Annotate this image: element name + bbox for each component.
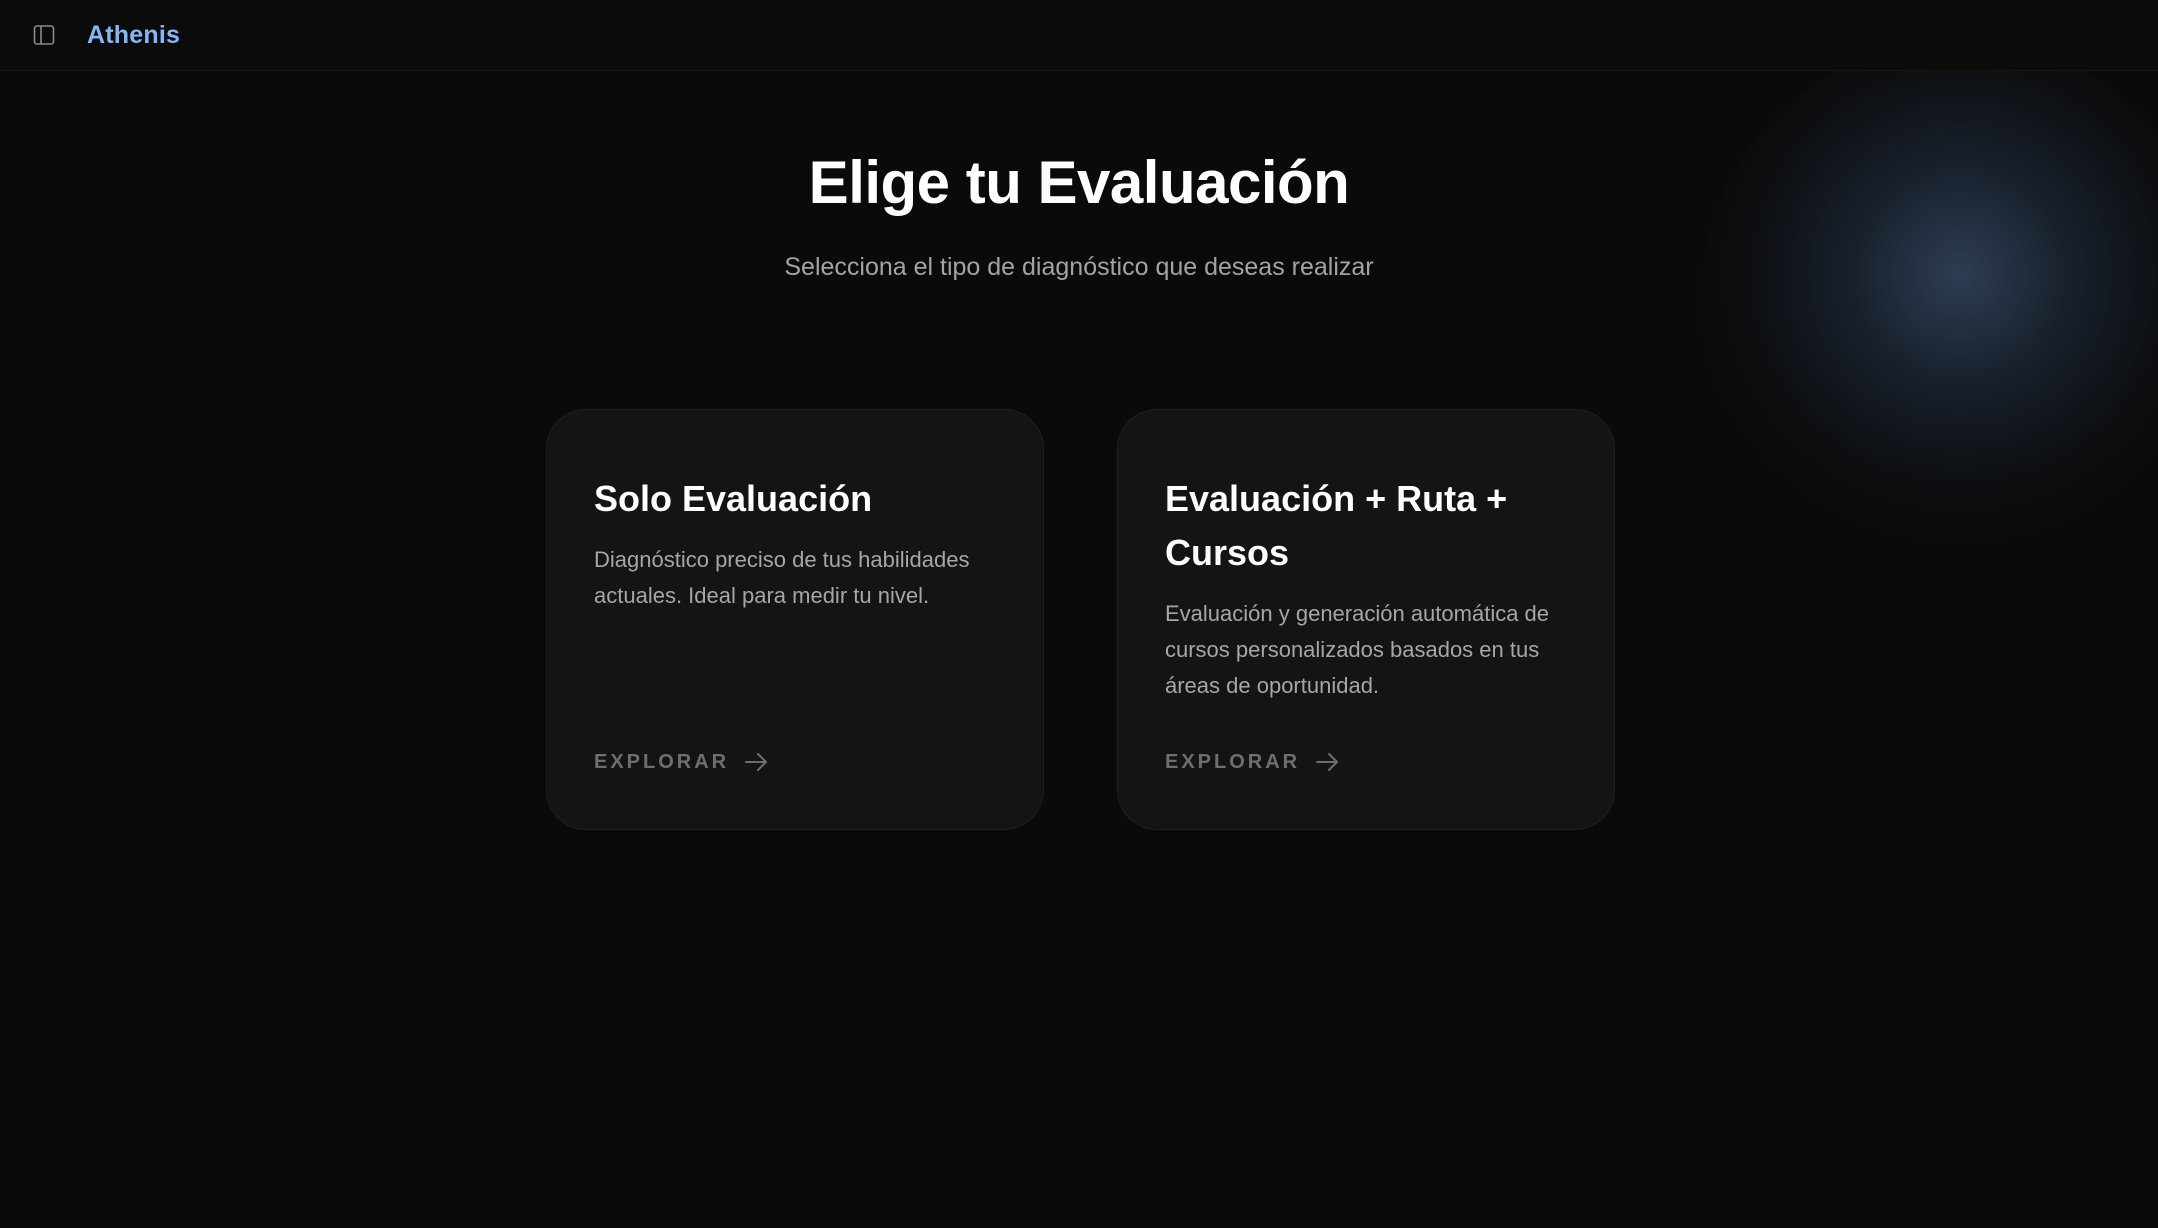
- explore-label: EXPLORAR: [594, 750, 730, 773]
- page-subtitle: Selecciona el tipo de diagnóstico que de…: [784, 253, 1374, 281]
- sidebar-panel-icon: [33, 25, 55, 45]
- brand-logo-text[interactable]: Athenis: [87, 21, 180, 50]
- arrow-right-icon: [1314, 750, 1342, 774]
- page-title: Elige tu Evaluación: [808, 149, 1350, 216]
- explore-button[interactable]: EXPLORAR: [594, 750, 771, 774]
- explore-button[interactable]: EXPLORAR: [1165, 750, 1342, 774]
- card-description: Diagnóstico preciso de tus habilidades a…: [594, 547, 970, 608]
- card-title: Evaluación + Ruta + Cursos: [1165, 478, 1508, 573]
- card-title: Solo Evaluación: [594, 478, 873, 519]
- arrow-right-icon: [743, 750, 771, 774]
- sidebar-toggle-button[interactable]: [29, 20, 59, 50]
- card-description: Evaluación y generación automática de cu…: [1165, 601, 1550, 698]
- main-content: Elige tu Evaluación Selecciona el tipo d…: [0, 71, 2158, 1228]
- explore-label: EXPLORAR: [1165, 750, 1301, 773]
- evaluation-route-courses-card[interactable]: Evaluación + Ruta + Cursos Evaluación y …: [1117, 409, 1615, 830]
- evaluation-only-card[interactable]: Solo Evaluación Diagnóstico preciso de t…: [546, 409, 1044, 830]
- top-bar: Athenis: [0, 0, 2158, 71]
